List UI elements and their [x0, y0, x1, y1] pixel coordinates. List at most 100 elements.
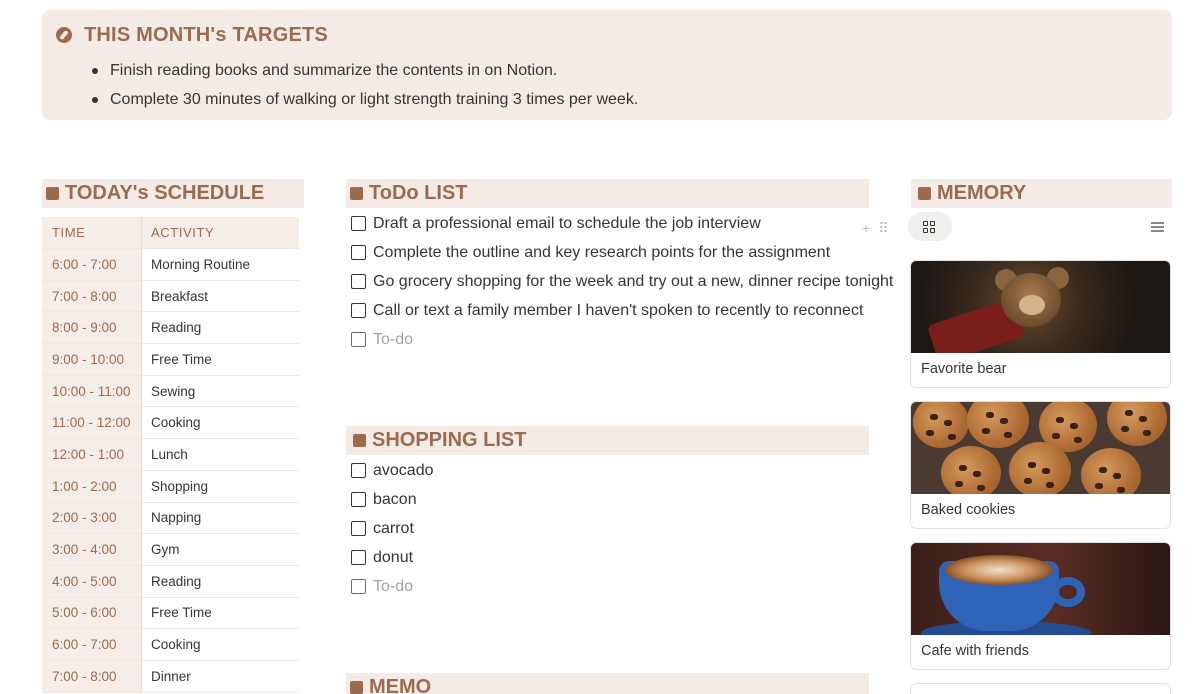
activity-cell[interactable]: Gym [142, 534, 299, 565]
todo-item[interactable]: Draft a professional email to schedule t… [351, 209, 893, 238]
drag-handle-icon[interactable]: ⠿ [878, 220, 888, 237]
memo-header: MEMO [346, 673, 869, 694]
section-square-icon [350, 187, 363, 200]
activity-cell[interactable]: Reading [142, 312, 299, 343]
checkbox-icon[interactable] [351, 463, 366, 478]
schedule-title[interactable]: TODAY's SCHEDULE [65, 182, 264, 205]
checkbox-icon[interactable] [351, 332, 366, 347]
time-cell[interactable]: 9:00 - 10:00 [42, 344, 142, 375]
filter-icon[interactable] [1151, 221, 1164, 232]
activity-cell[interactable]: Lunch [142, 439, 299, 470]
activity-cell[interactable]: Free Time [142, 598, 299, 629]
todo-item-text[interactable]: Go grocery shopping for the week and try… [373, 273, 893, 291]
activity-cell[interactable]: Dinner [142, 661, 299, 692]
checkbox-icon[interactable] [351, 216, 366, 231]
activity-cell[interactable]: Shopping [142, 471, 299, 502]
table-row: 3:00 - 4:00 Gym [42, 534, 299, 566]
table-row: 9:00 - 10:00 Free Time [42, 344, 299, 376]
shopping-item-text[interactable]: carrot [373, 520, 414, 538]
shopping-placeholder-text[interactable]: To-do [373, 578, 413, 596]
shopping-item-text[interactable]: bacon [373, 491, 417, 509]
checkbox-icon[interactable] [351, 550, 366, 565]
time-cell[interactable]: 6:00 - 7:00 [42, 249, 142, 280]
time-cell[interactable]: 5:00 - 6:00 [42, 597, 142, 629]
target-item[interactable]: Finish reading books and summarize the c… [92, 56, 638, 85]
gallery-card[interactable]: Favorite bear [910, 260, 1171, 388]
table-row: 6:00 - 7:00 Cooking [42, 629, 299, 661]
column-header-activity[interactable]: ACTIVITY [142, 217, 299, 248]
shopping-item-text[interactable]: donut [373, 549, 413, 567]
time-cell[interactable]: 1:00 - 2:00 [42, 470, 142, 502]
block-tools: + ⠿ [862, 220, 888, 237]
time-cell[interactable]: 8:00 - 9:00 [42, 312, 142, 344]
plus-icon[interactable]: + [862, 220, 870, 237]
activity-cell[interactable]: Breakfast [142, 281, 299, 312]
todo-item-text[interactable]: Complete the outline and key research po… [373, 244, 830, 262]
todo-item[interactable]: Go grocery shopping for the week and try… [351, 267, 893, 296]
time-cell[interactable]: 7:00 - 8:00 [42, 660, 142, 692]
time-cell[interactable]: 12:00 - 1:00 [42, 439, 142, 470]
shopping-item[interactable]: bacon [351, 485, 434, 514]
shopping-placeholder[interactable]: To-do [351, 572, 434, 601]
section-square-icon [918, 187, 931, 200]
checkbox-icon[interactable] [351, 303, 366, 318]
todo-item-text[interactable]: Call or text a family member I haven't s… [373, 302, 863, 320]
memory-title[interactable]: MEMORY [937, 182, 1026, 205]
gallery-card[interactable] [910, 683, 1171, 694]
shopping-title[interactable]: SHOPPING LIST [372, 429, 526, 452]
card-caption: Favorite bear [921, 361, 1007, 377]
todo-item-text[interactable]: Draft a professional email to schedule t… [373, 215, 761, 233]
activity-cell[interactable]: Reading [142, 566, 299, 597]
checkbox-icon[interactable] [351, 492, 366, 507]
todo-placeholder-text[interactable]: To-do [373, 331, 413, 349]
activity-cell[interactable]: Napping [142, 503, 299, 534]
table-row: 7:00 - 8:00 Breakfast [42, 280, 299, 313]
time-cell[interactable]: 11:00 - 12:00 [42, 407, 142, 439]
activity-cell[interactable]: Free Time [142, 344, 299, 375]
time-cell[interactable]: 10:00 - 11:00 [42, 375, 142, 407]
todo-header: ToDo LIST [346, 179, 869, 208]
activity-cell[interactable]: Morning Routine [142, 249, 299, 280]
shopping-list: avocado bacon carrot donut To-do [351, 456, 434, 601]
activity-cell[interactable]: Cooking [142, 629, 299, 660]
time-cell[interactable]: 3:00 - 4:00 [42, 534, 142, 565]
section-square-icon [46, 187, 59, 200]
shopping-item[interactable]: carrot [351, 514, 434, 543]
memo-title[interactable]: MEMO [369, 676, 431, 694]
memory-header: MEMORY [911, 179, 1172, 208]
bear-photo [911, 261, 1170, 353]
todo-placeholder[interactable]: To-do [351, 325, 893, 354]
shopping-header: SHOPPING LIST [346, 426, 869, 455]
todo-title[interactable]: ToDo LIST [369, 182, 468, 205]
gallery-view-button[interactable] [908, 212, 952, 241]
schedule-header: TODAY's SCHEDULE [42, 179, 304, 208]
coffee-photo [911, 543, 1170, 635]
time-cell[interactable]: 6:00 - 7:00 [42, 629, 142, 660]
checkbox-icon[interactable] [351, 579, 366, 594]
targets-title: THIS MONTH's TARGETS [84, 24, 328, 46]
time-cell[interactable]: 7:00 - 8:00 [42, 280, 142, 312]
checkbox-icon[interactable] [351, 274, 366, 289]
todo-item[interactable]: Call or text a family member I haven't s… [351, 296, 893, 325]
checkbox-icon[interactable] [351, 245, 366, 260]
activity-cell[interactable]: Cooking [142, 407, 299, 438]
card-caption: Baked cookies [921, 502, 1016, 518]
table-header-row: TIME ACTIVITY [42, 217, 299, 249]
schedule-table: TIME ACTIVITY 6:00 - 7:00 Morning Routine… [42, 217, 299, 693]
todo-list: Draft a professional email to schedule t… [351, 209, 893, 354]
column-header-time[interactable]: TIME [42, 217, 142, 248]
time-cell[interactable]: 2:00 - 3:00 [42, 502, 142, 534]
shopping-item[interactable]: avocado [351, 456, 434, 485]
checkbox-icon[interactable] [351, 521, 366, 536]
shopping-item-text[interactable]: avocado [373, 462, 434, 480]
compass-icon [56, 27, 72, 43]
cookies-photo [911, 402, 1170, 494]
target-item[interactable]: Complete 30 minutes of walking or light … [92, 85, 638, 114]
activity-cell[interactable]: Sewing [142, 376, 299, 407]
shopping-item[interactable]: donut [351, 543, 434, 572]
gallery-card[interactable]: Cafe with friends [910, 542, 1171, 670]
todo-item[interactable]: Complete the outline and key research po… [351, 238, 893, 267]
gallery-card[interactable]: Baked cookies [910, 401, 1171, 529]
time-cell[interactable]: 4:00 - 5:00 [42, 565, 142, 597]
targets-list: Finish reading books and summarize the c… [92, 56, 638, 114]
